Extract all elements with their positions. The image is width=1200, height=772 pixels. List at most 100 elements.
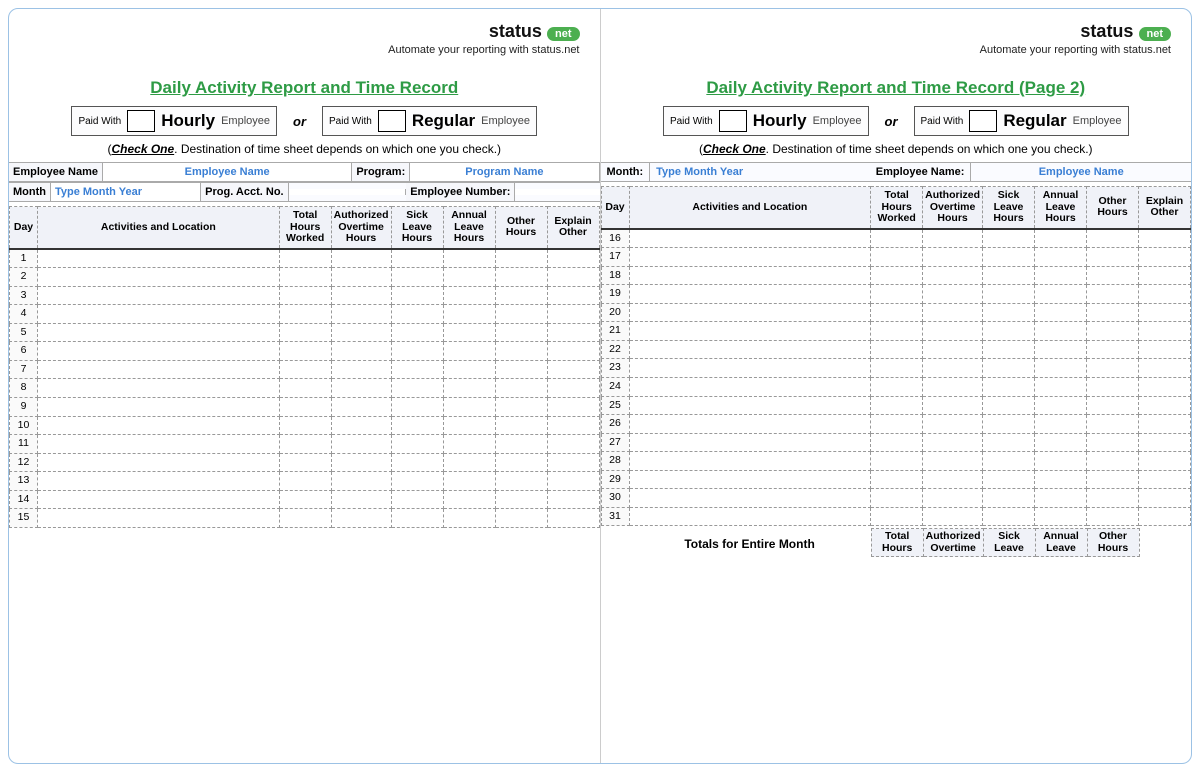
activities-cell[interactable] [629, 452, 871, 471]
hours-cell[interactable] [1035, 489, 1087, 508]
activities-cell[interactable] [38, 435, 280, 454]
hours-cell[interactable] [279, 268, 331, 287]
hours-cell[interactable] [1139, 470, 1191, 489]
activities-cell[interactable] [38, 416, 280, 435]
hours-cell[interactable] [1139, 322, 1191, 341]
hours-cell[interactable] [547, 305, 599, 324]
activities-cell[interactable] [629, 340, 871, 359]
hours-cell[interactable] [983, 433, 1035, 452]
hours-cell[interactable] [1087, 452, 1139, 471]
hours-cell[interactable] [331, 398, 391, 417]
emp-number-field[interactable] [515, 189, 599, 195]
hours-cell[interactable] [547, 490, 599, 509]
hours-cell[interactable] [983, 378, 1035, 397]
hours-cell[interactable] [443, 323, 495, 342]
hours-cell[interactable] [923, 229, 983, 248]
hours-cell[interactable] [495, 490, 547, 509]
regular-checkbox[interactable] [378, 110, 406, 132]
hours-cell[interactable] [391, 398, 443, 417]
hours-cell[interactable] [547, 379, 599, 398]
hours-cell[interactable] [1035, 248, 1087, 267]
hours-cell[interactable] [331, 379, 391, 398]
hours-cell[interactable] [983, 415, 1035, 434]
hours-cell[interactable] [1087, 266, 1139, 285]
hours-cell[interactable] [443, 379, 495, 398]
hours-cell[interactable] [1035, 396, 1087, 415]
hours-cell[interactable] [1087, 489, 1139, 508]
hours-cell[interactable] [871, 322, 923, 341]
month-field[interactable]: Type Month Year [650, 163, 870, 181]
hours-cell[interactable] [1087, 340, 1139, 359]
hours-cell[interactable] [1035, 433, 1087, 452]
hours-cell[interactable] [495, 249, 547, 268]
hours-cell[interactable] [1035, 322, 1087, 341]
activities-cell[interactable] [629, 470, 871, 489]
hours-cell[interactable] [331, 323, 391, 342]
activities-cell[interactable] [629, 322, 871, 341]
hours-cell[interactable] [1087, 248, 1139, 267]
hours-cell[interactable] [495, 416, 547, 435]
hours-cell[interactable] [391, 435, 443, 454]
hours-cell[interactable] [279, 472, 331, 491]
hours-cell[interactable] [547, 249, 599, 268]
hours-cell[interactable] [279, 305, 331, 324]
hours-cell[interactable] [1139, 229, 1191, 248]
hours-cell[interactable] [443, 416, 495, 435]
hours-cell[interactable] [331, 360, 391, 379]
hours-cell[interactable] [1139, 359, 1191, 378]
activities-cell[interactable] [38, 342, 280, 361]
hours-cell[interactable] [443, 342, 495, 361]
hours-cell[interactable] [983, 322, 1035, 341]
hours-cell[interactable] [495, 268, 547, 287]
hours-cell[interactable] [331, 490, 391, 509]
hours-cell[interactable] [923, 470, 983, 489]
hours-cell[interactable] [1035, 452, 1087, 471]
hours-cell[interactable] [391, 323, 443, 342]
hours-cell[interactable] [391, 342, 443, 361]
hours-cell[interactable] [547, 323, 599, 342]
hours-cell[interactable] [1035, 378, 1087, 397]
hours-cell[interactable] [443, 268, 495, 287]
hours-cell[interactable] [983, 340, 1035, 359]
hours-cell[interactable] [1139, 378, 1191, 397]
hours-cell[interactable] [1087, 303, 1139, 322]
hours-cell[interactable] [983, 452, 1035, 471]
employee-name-field[interactable]: Employee Name [971, 163, 1191, 181]
hours-cell[interactable] [391, 249, 443, 268]
hours-cell[interactable] [331, 435, 391, 454]
hours-cell[interactable] [1035, 340, 1087, 359]
hours-cell[interactable] [391, 379, 443, 398]
hours-cell[interactable] [871, 248, 923, 267]
hours-cell[interactable] [923, 396, 983, 415]
hours-cell[interactable] [443, 286, 495, 305]
hours-cell[interactable] [495, 379, 547, 398]
hours-cell[interactable] [1035, 359, 1087, 378]
hours-cell[interactable] [443, 398, 495, 417]
prog-acct-field[interactable] [289, 189, 407, 195]
hours-cell[interactable] [1139, 303, 1191, 322]
hours-cell[interactable] [1139, 507, 1191, 526]
activities-cell[interactable] [38, 509, 280, 528]
activities-cell[interactable] [629, 248, 871, 267]
hours-cell[interactable] [391, 305, 443, 324]
hours-cell[interactable] [495, 472, 547, 491]
hours-cell[interactable] [983, 470, 1035, 489]
hours-cell[interactable] [495, 305, 547, 324]
hours-cell[interactable] [871, 285, 923, 304]
hours-cell[interactable] [871, 303, 923, 322]
hours-cell[interactable] [871, 489, 923, 508]
hours-cell[interactable] [1087, 470, 1139, 489]
activities-cell[interactable] [38, 305, 280, 324]
hours-cell[interactable] [871, 452, 923, 471]
hours-cell[interactable] [923, 303, 983, 322]
hourly-checkbox[interactable] [719, 110, 747, 132]
hours-cell[interactable] [1139, 489, 1191, 508]
hours-cell[interactable] [331, 268, 391, 287]
hours-cell[interactable] [279, 286, 331, 305]
hours-cell[interactable] [331, 509, 391, 528]
hours-cell[interactable] [547, 416, 599, 435]
activities-cell[interactable] [629, 266, 871, 285]
hours-cell[interactable] [1087, 359, 1139, 378]
hours-cell[interactable] [923, 266, 983, 285]
hours-cell[interactable] [391, 453, 443, 472]
